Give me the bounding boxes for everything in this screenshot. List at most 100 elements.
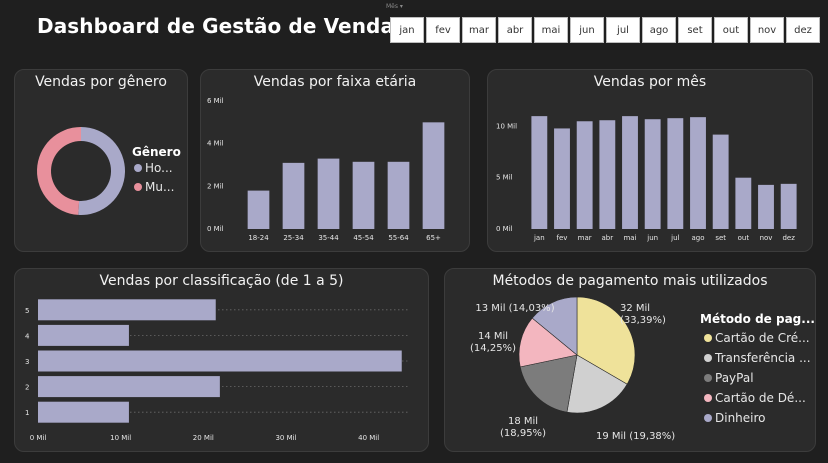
gender-slice-1 — [37, 127, 81, 215]
payment-data-label-2-1: (18,95%) — [500, 428, 546, 439]
gender-legend-marker-0 — [134, 164, 142, 172]
age-bar-45-54 — [352, 161, 375, 229]
payment-data-label-1-0: 19 Mil (19,38%) — [596, 431, 675, 442]
month-xtick-set: set — [715, 234, 726, 242]
month-card: Vendas por mês jan fev mar abr mai jun jul ago s… — [487, 69, 813, 252]
month-bar-out — [735, 177, 752, 229]
month-bar-dez — [780, 183, 797, 229]
rating-xtick-4: 40 Mil — [358, 434, 379, 442]
rating-ytick-3: 3 — [25, 358, 29, 366]
rating-xtick-1: 10 Mil — [110, 434, 131, 442]
month-button-nov[interactable]: nov — [750, 17, 784, 43]
payment-data-label-3-0: 14 Mil — [478, 331, 508, 342]
age-ytick-3: 6 Mil — [207, 97, 224, 105]
month-button-fev[interactable]: fev — [426, 17, 460, 43]
rating-ytick-2: 2 — [25, 384, 29, 392]
age-xtick-65+: 65+ — [426, 234, 441, 242]
payment-pie-chart: 32 Mil(33,39%) 19 Mil (19,38%) 18 Mil(18,9… — [470, 296, 815, 442]
age-bar-chart: 18-24 25-34 35-44 45-54 55-64 65+ 0 Mil 2 Mil 4 … — [207, 97, 445, 242]
rating-xtick-2: 20 Mil — [193, 434, 214, 442]
page-title: Dashboard de Gestão de Vendas — [37, 14, 407, 38]
rating-bar-4 — [38, 324, 129, 346]
payment-card: Métodos de pagamento mais utilizados 32 … — [444, 268, 816, 452]
age-xtick-55-64: 55-64 — [388, 234, 409, 242]
rating-bar-chart: 543210 Mil 10 Mil 20 Mil 30 Mil 40 Mil — [25, 299, 410, 442]
month-xtick-abr: abr — [602, 234, 614, 242]
gender-legend-marker-1 — [134, 183, 142, 191]
gender-legend-label-0: Ho... — [145, 161, 173, 175]
payment-legend-marker-2 — [704, 374, 712, 382]
payment-legend-marker-1 — [704, 354, 712, 362]
month-bar-fev — [554, 128, 570, 229]
month-bar-nov — [758, 184, 774, 229]
payment-legend-label-3: Cartão de Dé... — [715, 391, 806, 405]
month-button-mar[interactable]: mar — [462, 17, 496, 43]
month-bar-abr — [599, 120, 616, 229]
month-ytick-1: 5 Mil — [496, 174, 513, 182]
payment-legend-marker-4 — [704, 414, 712, 422]
month-xtick-dez: dez — [782, 234, 795, 242]
month-button-jun[interactable]: jun — [570, 17, 604, 43]
payment-data-label-4-0: 13 Mil (14,03%) — [475, 303, 554, 314]
payment-data-label-0-1: (33,39%) — [620, 315, 666, 326]
month-button-dez[interactable]: dez — [786, 17, 820, 43]
month-bar-jul — [667, 118, 684, 229]
month-slicer-label: Mês ▾ — [386, 3, 403, 10]
age-bar-65+ — [422, 122, 445, 229]
age-bar-25-34 — [282, 162, 305, 229]
month-button-set[interactable]: set — [678, 17, 712, 43]
rating-bar-3 — [38, 350, 402, 372]
month-xtick-ago: ago — [691, 234, 704, 242]
age-ytick-2: 4 Mil — [207, 140, 224, 148]
month-xtick-out: out — [738, 234, 750, 242]
month-bar-mar — [576, 121, 593, 229]
payment-data-label-3-1: (14,25%) — [470, 343, 516, 354]
payment-legend-title: Método de pag... — [700, 312, 815, 326]
month-xtick-fev: fev — [557, 234, 568, 242]
gender-legend-label-1: Mu... — [145, 180, 174, 194]
month-bar-mai — [622, 116, 638, 229]
age-bar-18-24 — [247, 190, 270, 229]
age-xtick-25-34: 25-34 — [283, 234, 304, 242]
month-bar-jan — [531, 116, 548, 229]
rating-bar-5 — [38, 299, 216, 321]
month-ytick-2: 10 Mil — [496, 122, 517, 130]
month-bar-set — [712, 134, 729, 229]
month-xtick-jan: jan — [533, 234, 545, 242]
month-slicer[interactable]: jan fev mar abr mai jun jul ago set out nov dez — [390, 17, 820, 43]
age-xtick-45-54: 45-54 — [353, 234, 374, 242]
month-button-jul[interactable]: jul — [606, 17, 640, 43]
payment-legend-label-2: PayPal — [715, 371, 754, 385]
month-xtick-jun: jun — [646, 234, 658, 242]
month-button-jan[interactable]: jan — [390, 17, 424, 43]
age-bar-35-44 — [317, 158, 340, 229]
rating-xtick-0: 0 Mil — [30, 434, 47, 442]
month-xtick-jul: jul — [670, 234, 679, 242]
month-button-ago[interactable]: ago — [642, 17, 676, 43]
gender-slice-0 — [78, 127, 126, 216]
month-xtick-mai: mai — [623, 234, 636, 242]
month-xtick-nov: nov — [760, 234, 773, 242]
month-bar-jun — [644, 119, 661, 229]
month-xtick-mar: mar — [578, 234, 592, 242]
month-button-mai[interactable]: mai — [534, 17, 568, 43]
rating-ytick-1: 1 — [25, 409, 29, 417]
age-ytick-1: 2 Mil — [207, 182, 224, 190]
gender-donut-chart: Gênero Ho... Mu... — [37, 127, 181, 216]
payment-legend-label-4: Dinheiro — [715, 411, 766, 425]
payment-data-label-0-0: 32 Mil — [620, 303, 650, 314]
rating-xtick-3: 30 Mil — [275, 434, 296, 442]
month-bar-ago — [690, 117, 706, 229]
age-xtick-18-24: 18-24 — [248, 234, 269, 242]
rating-card: Vendas por classificação (de 1 a 5) 5432… — [14, 268, 429, 452]
month-button-out[interactable]: out — [714, 17, 748, 43]
age-xtick-35-44: 35-44 — [318, 234, 339, 242]
age-card: Vendas por faixa etária 18-24 25-34 35-44 4… — [200, 69, 470, 252]
rating-ytick-5: 5 — [25, 307, 29, 315]
rating-bar-2 — [38, 376, 220, 398]
age-ytick-0: 0 Mil — [207, 225, 224, 233]
rating-bar-1 — [38, 401, 129, 423]
rating-ytick-4: 4 — [25, 332, 30, 340]
month-ytick-0: 0 Mil — [496, 225, 513, 233]
month-button-abr[interactable]: abr — [498, 17, 532, 43]
